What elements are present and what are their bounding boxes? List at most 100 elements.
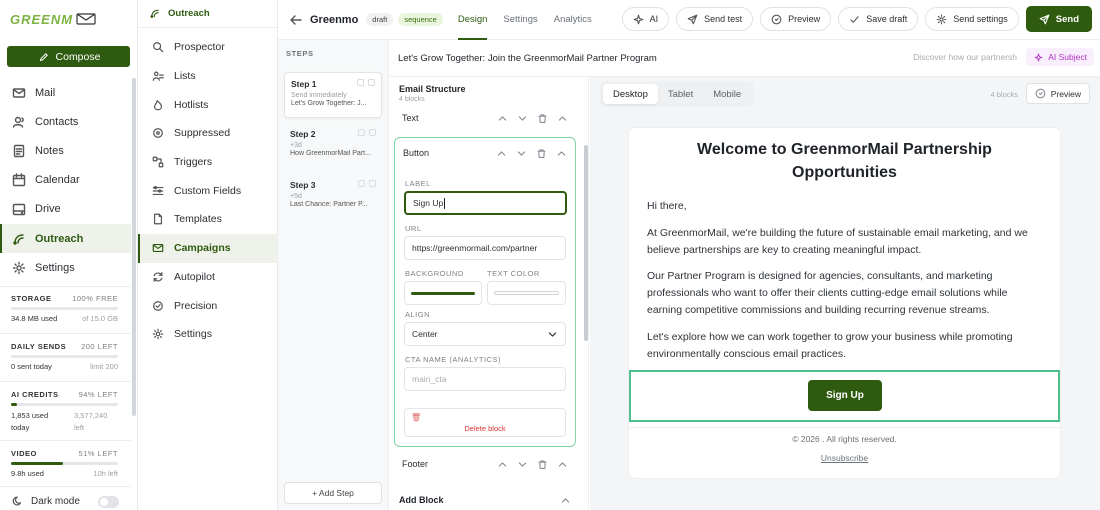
preview-open-button[interactable]: Preview	[1025, 83, 1090, 104]
trash-icon[interactable]	[536, 148, 547, 159]
email-paragraph[interactable]: At GreenmorMail, we're building the futu…	[647, 225, 1042, 259]
sub-label: Triggers	[174, 156, 213, 169]
save-draft-button[interactable]: Save draft	[838, 7, 919, 31]
chevron-up-icon[interactable]	[496, 148, 507, 159]
tab-tablet[interactable]: Tablet	[658, 84, 703, 104]
nav-item-calendar[interactable]: Calendar	[0, 166, 131, 195]
tab-mobile[interactable]: Mobile	[703, 84, 751, 104]
subject-field[interactable]: Let's Grow Together: Join the GreenmorMa…	[398, 53, 657, 64]
block-editor-button: Button LABEL Sign Up URL https://greenmo…	[394, 137, 576, 447]
sub-item-triggers[interactable]: Triggers	[138, 148, 278, 177]
tab-settings[interactable]: Settings	[503, 0, 537, 40]
trash-icon[interactable]	[368, 79, 375, 86]
email-cta-button[interactable]: Sign Up	[808, 380, 882, 411]
step-card[interactable]: Step 2 +3d How GreenmorMail Part...	[284, 123, 382, 169]
sub-label: Custom Fields	[174, 184, 242, 197]
status-badge: draft	[366, 13, 394, 26]
chevron-up-icon[interactable]	[557, 113, 568, 124]
delete-block-button[interactable]: 🗑 Delete block	[404, 408, 566, 437]
block-controls	[497, 459, 568, 470]
trash-icon[interactable]	[537, 459, 548, 470]
copy-icon[interactable]	[358, 180, 365, 187]
chevron-down-icon[interactable]	[516, 148, 527, 159]
align-select[interactable]: Center	[404, 322, 566, 346]
nav-item-drive[interactable]: Drive	[0, 195, 131, 224]
subject-row: Let's Grow Together: Join the GreenmorMa…	[389, 40, 1100, 77]
block-row-text[interactable]: Text	[394, 110, 576, 126]
tab-design[interactable]: Design	[457, 0, 488, 40]
chevron-up-icon[interactable]	[497, 113, 508, 124]
template-icon	[153, 214, 163, 225]
email-copyright: © 2026 . All rights reserved.	[792, 434, 897, 444]
label-field-label: LABEL	[405, 179, 431, 188]
preheader-field[interactable]: Discover how our partnersh	[913, 52, 1017, 62]
email-paragraph[interactable]: Let's explore how we can work together t…	[647, 329, 1042, 363]
tab-analytics[interactable]: Analytics	[554, 0, 592, 40]
email-paragraph[interactable]: Our Partner Program is designed for agen…	[647, 268, 1042, 319]
trash-icon[interactable]	[369, 180, 376, 187]
nav-item-mail[interactable]: Mail	[0, 78, 131, 107]
footer-divider	[629, 427, 1060, 428]
nav-item-outreach[interactable]: Outreach	[0, 223, 131, 254]
sub-item-settings[interactable]: Settings	[138, 320, 278, 349]
nav-item-settings[interactable]: Settings	[0, 253, 131, 282]
sub-label: Lists	[174, 70, 196, 83]
ai-subject-button[interactable]: AI Subject	[1026, 48, 1094, 66]
sub-item-campaigns[interactable]: Campaigns	[138, 233, 278, 263]
blocked-icon	[153, 128, 163, 139]
block-row-button[interactable]: Button	[395, 138, 575, 168]
selected-button-block[interactable]: Sign Up	[629, 370, 1060, 422]
send-settings-button[interactable]: Send settings	[925, 7, 1019, 31]
add-block-toggle[interactable]: Add Block	[399, 495, 444, 505]
trash-icon[interactable]	[537, 113, 548, 124]
sub-item-custom-fields[interactable]: Custom Fields	[138, 176, 278, 205]
campaign-name[interactable]: Greenmo	[310, 14, 358, 26]
send-test-button[interactable]: Send test	[676, 7, 754, 31]
sub-item-templates[interactable]: Templates	[138, 205, 278, 234]
outreach-header: Outreach	[138, 0, 277, 28]
arrow-left-icon[interactable]	[289, 13, 303, 27]
tab-desktop[interactable]: Desktop	[603, 84, 658, 104]
chevron-up-icon[interactable]	[556, 148, 567, 159]
copy-icon[interactable]	[357, 79, 364, 86]
unsubscribe-link[interactable]: Unsubscribe	[629, 453, 1060, 463]
sub-item-autopilot[interactable]: Autopilot	[138, 263, 278, 292]
chevron-down-icon[interactable]	[517, 113, 528, 124]
flame-icon	[153, 99, 163, 111]
sub-label: Precision	[174, 299, 218, 312]
trash-icon[interactable]	[369, 129, 376, 136]
settings-icon	[152, 328, 164, 340]
sub-item-lists[interactable]: Lists	[138, 62, 278, 91]
chevron-up-icon[interactable]	[560, 495, 571, 506]
block-row-footer[interactable]: Footer	[394, 455, 576, 473]
mail-icon	[12, 87, 26, 98]
sidebar-scrollbar[interactable]	[132, 78, 136, 416]
step-card[interactable]: Step 1 Send immediately Let's Grow Toget…	[284, 72, 382, 118]
sub-item-hotlists[interactable]: Hotlists	[138, 90, 278, 119]
url-input[interactable]: https://greenmormail.com/partner	[404, 236, 566, 260]
nav-item-notes[interactable]: Notes	[0, 136, 131, 165]
add-step-button[interactable]: + Add Step	[284, 482, 382, 504]
sub-item-precision[interactable]: Precision	[138, 291, 278, 320]
compose-button[interactable]: Compose	[7, 46, 130, 67]
label-input[interactable]: Sign Up	[404, 191, 567, 215]
nav-item-contacts[interactable]: Contacts	[0, 107, 131, 136]
sub-item-suppressed[interactable]: Suppressed	[138, 119, 278, 148]
copy-icon[interactable]	[358, 129, 365, 136]
app-logo[interactable]: GREENM	[10, 11, 96, 27]
email-title[interactable]: Welcome to GreenmorMail Partnership Oppo…	[669, 138, 1020, 184]
text-color-picker[interactable]	[487, 281, 566, 305]
step-card[interactable]: Step 3 +5d Last Chance: Partner P...	[284, 174, 382, 220]
chevron-up-icon[interactable]	[497, 459, 508, 470]
email-greeting[interactable]: Hi there,	[647, 198, 1042, 215]
chevron-down-icon[interactable]	[517, 459, 528, 470]
preview-button[interactable]: Preview	[760, 7, 832, 31]
cta-name-input[interactable]: main_cta	[404, 367, 566, 391]
chevron-up-icon[interactable]	[557, 459, 568, 470]
ai-button[interactable]: AI	[621, 7, 670, 31]
send-button[interactable]: Send	[1025, 6, 1092, 32]
structure-scrollbar[interactable]	[584, 145, 588, 341]
dark-mode-toggle[interactable]	[98, 496, 119, 508]
sub-item-prospector[interactable]: Prospector	[138, 33, 278, 62]
background-color-picker[interactable]	[404, 281, 482, 305]
